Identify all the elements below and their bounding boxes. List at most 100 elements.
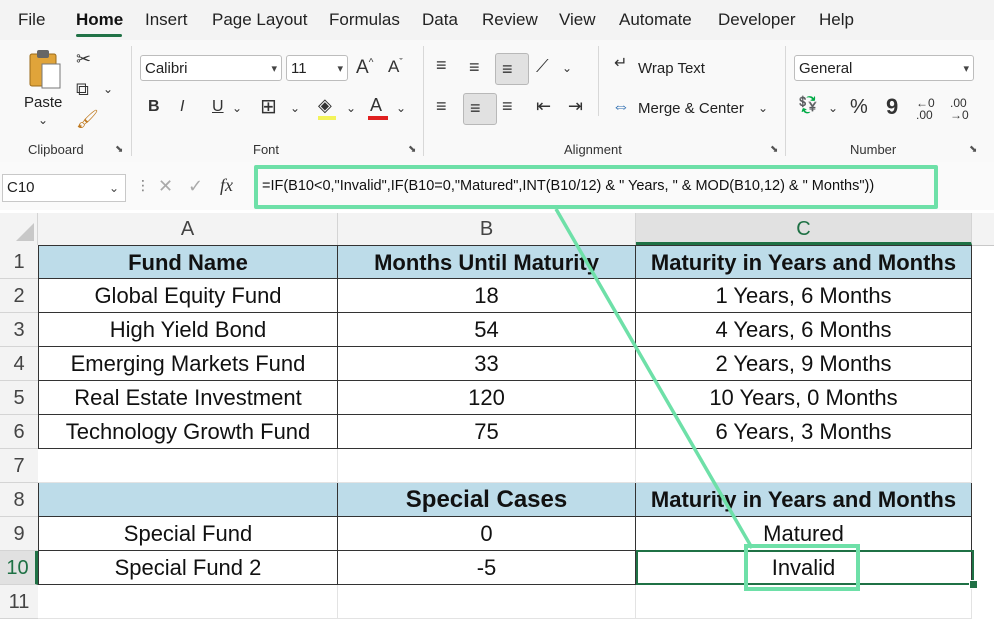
select-all-button[interactable]: [0, 213, 38, 245]
enter-icon[interactable]: ✓: [188, 177, 203, 195]
percent-button[interactable]: %: [850, 97, 868, 117]
cell-c8[interactable]: Maturity in Years and Months: [636, 483, 972, 517]
menu-view[interactable]: View: [559, 10, 596, 30]
font-name-select[interactable]: Calibri ▾: [140, 55, 282, 81]
cell-a8[interactable]: [38, 483, 338, 517]
format-painter-icon[interactable]: 🖌: [76, 110, 99, 128]
menu-help[interactable]: Help: [819, 10, 854, 30]
row-header[interactable]: 11: [0, 585, 38, 619]
cell-b4[interactable]: 33: [338, 347, 636, 381]
cell-a11[interactable]: [38, 585, 338, 619]
decrease-decimal-icon[interactable]: .00 →0: [950, 97, 969, 121]
copy-icon[interactable]: ⧉: [76, 80, 89, 98]
orientation-icon[interactable]: ⟋: [536, 57, 549, 75]
increase-indent-icon[interactable]: ⇥: [568, 97, 583, 115]
cell-c7[interactable]: [636, 449, 972, 483]
row-header[interactable]: 8: [0, 483, 38, 517]
cell-c6[interactable]: 6 Years, 3 Months: [636, 415, 972, 449]
cell-b1[interactable]: Months Until Maturity: [338, 245, 636, 279]
accounting-format-icon[interactable]: 💱: [798, 98, 818, 114]
number-launcher-icon[interactable]: ⬊: [969, 144, 977, 155]
orientation-dropdown-icon[interactable]: ⌄: [562, 62, 572, 74]
cell-b9[interactable]: 0: [338, 517, 636, 551]
cell-a7[interactable]: [38, 449, 338, 483]
font-size-select[interactable]: 11 ▾: [286, 55, 348, 81]
cell-b6[interactable]: 75: [338, 415, 636, 449]
cell-a9[interactable]: Special Fund: [38, 517, 338, 551]
cell-b8[interactable]: Special Cases: [338, 483, 636, 517]
more-options-icon[interactable]: ⋮: [136, 178, 150, 192]
cell-b5[interactable]: 120: [338, 381, 636, 415]
row-header[interactable]: 9: [0, 517, 38, 551]
menu-formulas[interactable]: Formulas: [329, 10, 400, 30]
menu-insert[interactable]: Insert: [145, 10, 188, 30]
borders-icon[interactable]: ⊞: [260, 97, 277, 117]
increase-font-icon[interactable]: A^: [356, 58, 373, 77]
menu-file[interactable]: File: [18, 10, 45, 30]
column-header-c[interactable]: C: [636, 213, 972, 245]
name-box[interactable]: C10 ⌄: [2, 174, 126, 202]
column-header-a[interactable]: A: [38, 213, 338, 245]
cell-a4[interactable]: Emerging Markets Fund: [38, 347, 338, 381]
cell-a2[interactable]: Global Equity Fund: [38, 279, 338, 313]
row-header[interactable]: 7: [0, 449, 38, 483]
row-header[interactable]: 1: [0, 245, 38, 279]
font-color-icon[interactable]: A: [370, 96, 382, 114]
cell-b10[interactable]: -5: [338, 551, 636, 585]
wrap-text-button[interactable]: Wrap Text: [638, 60, 705, 77]
merge-center-button[interactable]: Merge & Center: [638, 100, 744, 117]
cell-a6[interactable]: Technology Growth Fund: [38, 415, 338, 449]
cell-c4[interactable]: 2 Years, 9 Months: [636, 347, 972, 381]
copy-dropdown-icon[interactable]: ⌄: [103, 83, 113, 95]
decrease-font-icon[interactable]: Aˇ: [388, 58, 403, 75]
menu-review[interactable]: Review: [482, 10, 538, 30]
fill-handle[interactable]: [969, 580, 978, 589]
cell-c2[interactable]: 1 Years, 6 Months: [636, 279, 972, 313]
underline-button[interactable]: U: [212, 99, 224, 115]
row-header[interactable]: 2: [0, 279, 38, 313]
font-color-dropdown-icon[interactable]: ⌄: [396, 102, 406, 114]
cell-a10[interactable]: Special Fund 2: [38, 551, 338, 585]
cut-icon[interactable]: ✂: [76, 50, 91, 68]
cell-c1[interactable]: Maturity in Years and Months: [636, 245, 972, 279]
menu-data[interactable]: Data: [422, 10, 458, 30]
row-header[interactable]: 10: [0, 551, 38, 585]
column-header-b[interactable]: B: [338, 213, 636, 245]
menu-home[interactable]: Home: [76, 10, 123, 30]
cancel-icon[interactable]: ✕: [158, 177, 173, 195]
row-header[interactable]: 5: [0, 381, 38, 415]
clipboard-launcher-icon[interactable]: ⬊: [115, 144, 123, 155]
increase-decimal-icon[interactable]: ←0.00: [916, 97, 935, 121]
align-left-icon[interactable]: ≡: [436, 97, 447, 115]
row-header[interactable]: 4: [0, 347, 38, 381]
insert-function-button[interactable]: fx: [220, 176, 233, 194]
decrease-indent-icon[interactable]: ⇤: [536, 97, 551, 115]
align-middle-icon[interactable]: ≡: [469, 58, 480, 76]
fill-color-dropdown-icon[interactable]: ⌄: [346, 102, 356, 114]
cell-b3[interactable]: 54: [338, 313, 636, 347]
number-format-select[interactable]: General ▾: [794, 55, 974, 81]
row-header[interactable]: 6: [0, 415, 38, 449]
merge-center-icon[interactable]: ⇔: [612, 97, 630, 115]
comma-style-button[interactable]: 9: [886, 96, 898, 118]
align-right-icon[interactable]: ≡: [502, 97, 513, 115]
cell-a5[interactable]: Real Estate Investment: [38, 381, 338, 415]
bold-button[interactable]: B: [148, 99, 160, 115]
row-header[interactable]: 3: [0, 313, 38, 347]
cell-c3[interactable]: 4 Years, 6 Months: [636, 313, 972, 347]
font-launcher-icon[interactable]: ⬊: [408, 144, 416, 155]
cell-a1[interactable]: Fund Name: [38, 245, 338, 279]
italic-button[interactable]: I: [180, 99, 184, 115]
menu-page-layout[interactable]: Page Layout: [212, 10, 307, 30]
cell-b2[interactable]: 18: [338, 279, 636, 313]
cell-b11[interactable]: [338, 585, 636, 619]
alignment-launcher-icon[interactable]: ⬊: [770, 144, 778, 155]
wrap-text-icon[interactable]: ↵: [614, 56, 627, 72]
underline-dropdown-icon[interactable]: ⌄: [232, 102, 242, 114]
paste-button[interactable]: Paste ⌄: [20, 48, 68, 128]
borders-dropdown-icon[interactable]: ⌄: [290, 102, 300, 114]
menu-automate[interactable]: Automate: [619, 10, 692, 30]
fill-color-icon[interactable]: ◈: [318, 96, 332, 114]
align-top-icon[interactable]: ≡: [436, 56, 447, 74]
cell-c5[interactable]: 10 Years, 0 Months: [636, 381, 972, 415]
